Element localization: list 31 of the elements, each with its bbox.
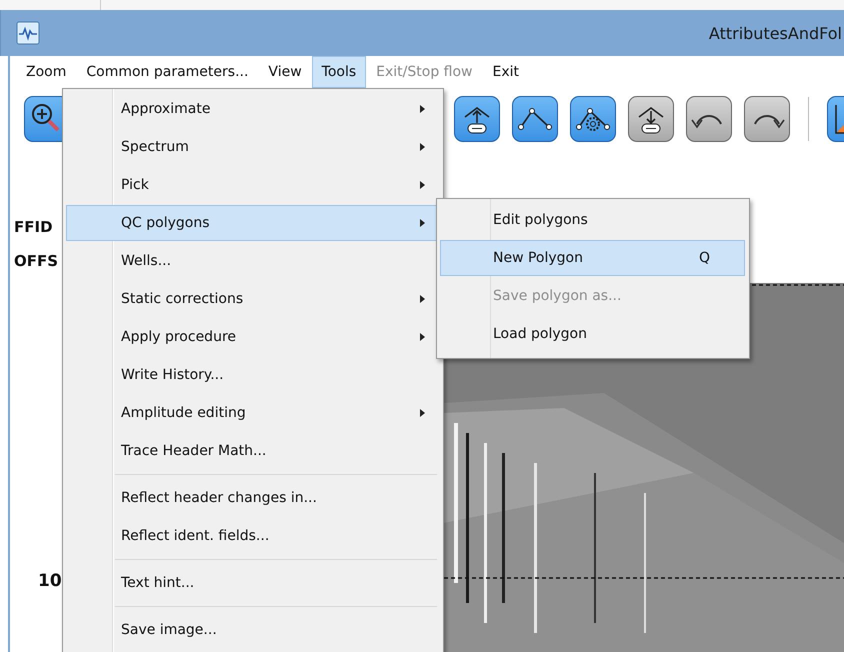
menu-item[interactable]: Tools <box>312 56 366 88</box>
menu-item[interactable]: View <box>258 56 312 88</box>
toolbar-button[interactable] <box>570 96 616 142</box>
shortcut-key: Q <box>698 250 710 266</box>
menu-item[interactable]: Text hint... <box>66 565 438 601</box>
menu-item[interactable]: Load polygon <box>440 316 745 352</box>
menu-item[interactable]: Reflect ident. fields... <box>66 518 438 554</box>
menu-item[interactable]: Edit polygons <box>440 202 745 238</box>
axis-label: 10 <box>37 570 63 593</box>
menu-item[interactable]: Approximate <box>66 91 438 127</box>
toolbar-button[interactable] <box>512 96 558 142</box>
window-title: AttributesAndFol <box>708 24 842 42</box>
menu-item[interactable]: New Polygon Q <box>440 240 745 276</box>
menu-item[interactable]: QC polygons <box>66 205 438 241</box>
waveform-icon <box>16 21 40 45</box>
menu-item[interactable]: Common parameters... <box>76 56 258 88</box>
menu-item[interactable]: Exit <box>482 56 530 88</box>
menu-item[interactable]: Pick <box>66 167 438 203</box>
menu-item[interactable]: Write History... <box>66 357 438 393</box>
menu-item[interactable]: Amplitude editing <box>66 395 438 431</box>
toolbar-button[interactable] <box>454 96 500 142</box>
axis-label: OFFS <box>13 251 60 272</box>
axis-label: FFID <box>13 217 54 238</box>
menu-item[interactable]: Apply procedure <box>66 319 438 355</box>
menu-item[interactable]: Static corrections <box>66 281 438 317</box>
menu-item[interactable]: Wells... <box>66 243 438 279</box>
menu-item[interactable]: Trace Header Math... <box>66 433 438 469</box>
menu-item[interactable]: Spectrum <box>66 129 438 165</box>
menu-item[interactable]: Save image... <box>66 612 438 648</box>
menu-item[interactable]: Reflect header changes in... <box>66 480 438 516</box>
menu-item[interactable]: Zoom <box>16 56 76 88</box>
